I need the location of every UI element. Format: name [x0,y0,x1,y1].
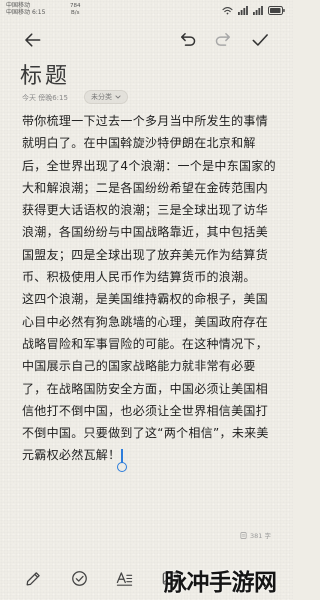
status-bar: 中国移动 中国移动 6:15 784 B/s [0,0,293,22]
handwriting-button[interactable] [24,569,43,588]
note-line[interactable]: 浪潮，各国纷纷与中国战略靠近，其中包括美 [22,221,284,243]
carrier-info: 中国移动 中国移动 6:15 [6,2,45,16]
note-line[interactable]: 后，全世界出现了4个浪潮：一个是中东国家的 [22,155,284,177]
network-speed-value: 784 [70,3,81,9]
note-body[interactable]: 带你梳理一下过去一个多月当中所发生的事情 就明白了。在中国斡旋沙特伊朗在北京和解… [22,110,284,472]
checklist-button[interactable] [70,569,89,588]
pen-icon[interactable] [24,569,43,588]
wifi-icon [222,6,233,15]
document-icon [240,531,247,539]
text-format-icon[interactable] [115,569,134,588]
category-dropdown[interactable]: 未分类 [84,90,128,104]
status-time: 6:15 [31,9,46,16]
undo-icon[interactable] [178,30,198,50]
redo-button[interactable] [213,30,233,50]
undo-button[interactable] [178,30,198,50]
word-count: 381 字 [240,530,271,540]
note-line[interactable]: 国盟友；四是全球出现了放弃美元作为结算货 [22,244,284,266]
note-line[interactable]: 信他打不倒中国，也必须让全世界相信美国打 [22,400,284,422]
back-button[interactable] [23,30,43,50]
note-line[interactable]: 心目中必然有狗急跳墙的心理，美国政府存在 [22,311,284,333]
note-line[interactable]: 中国展示自己的国家战略能力就非常有必要 [22,355,284,377]
note-line[interactable]: 这四个浪潮，是美国维持霸权的命根子，美国 [22,288,284,310]
note-timestamp: 今天 傍晚6:15 [22,94,68,102]
note-line[interactable]: 大和解浪潮；二是各国纷纷希望在金砖范围内 [22,177,284,199]
signal-icon [253,6,263,15]
note-title[interactable]: 标题 [20,58,70,90]
note-line[interactable]: 元霸权必然瓦解！ [22,448,120,462]
note-last-line[interactable]: 元霸权必然瓦解！ [22,444,284,472]
done-button[interactable] [250,30,270,50]
arrow-left-icon[interactable] [23,30,43,50]
category-label: 未分类 [91,93,112,101]
notepad-screen: 中国移动 中国移动 6:15 784 B/s 标题 今天 傍晚6:15 未分类 … [0,0,293,600]
battery-icon [268,6,285,15]
text-cursor [116,448,127,472]
word-count-label: 381 字 [250,532,271,540]
note-line[interactable]: 了，在战略国防安全方面，中国必须让美国相 [22,378,284,400]
network-speed-unit: B/s [71,9,80,16]
redo-icon[interactable] [213,30,233,50]
chevron-down-icon [115,95,121,99]
note-line[interactable]: 就明白了。在中国斡旋沙特伊朗在北京和解 [22,132,284,154]
check-icon[interactable] [250,30,270,50]
note-line[interactable]: 带你梳理一下过去一个多月当中所发生的事情 [22,110,284,132]
watermark-logo: 脉冲手游网 [164,570,277,596]
text-format-button[interactable] [115,569,134,588]
carrier-primary: 中国移动 [6,2,31,9]
status-icons [222,6,285,15]
note-line[interactable]: 不倒中国。只要做到了这“两个相信”，未来美 [22,422,284,444]
signal-icon [238,6,248,15]
note-line[interactable]: 获得更大话语权的浪潮；三是全球出现了访华 [22,199,284,221]
note-line[interactable]: 战略冒险和军事冒险的可能。在这种情况下， [22,333,284,355]
network-speed: 784 B/s [70,3,81,16]
check-circle-icon[interactable] [70,569,89,588]
note-line[interactable]: 币、积极使用人民币作为结算货币的浪潮。 [22,266,284,288]
carrier-secondary: 中国移动 [6,9,31,16]
cursor-handle[interactable] [116,461,127,472]
